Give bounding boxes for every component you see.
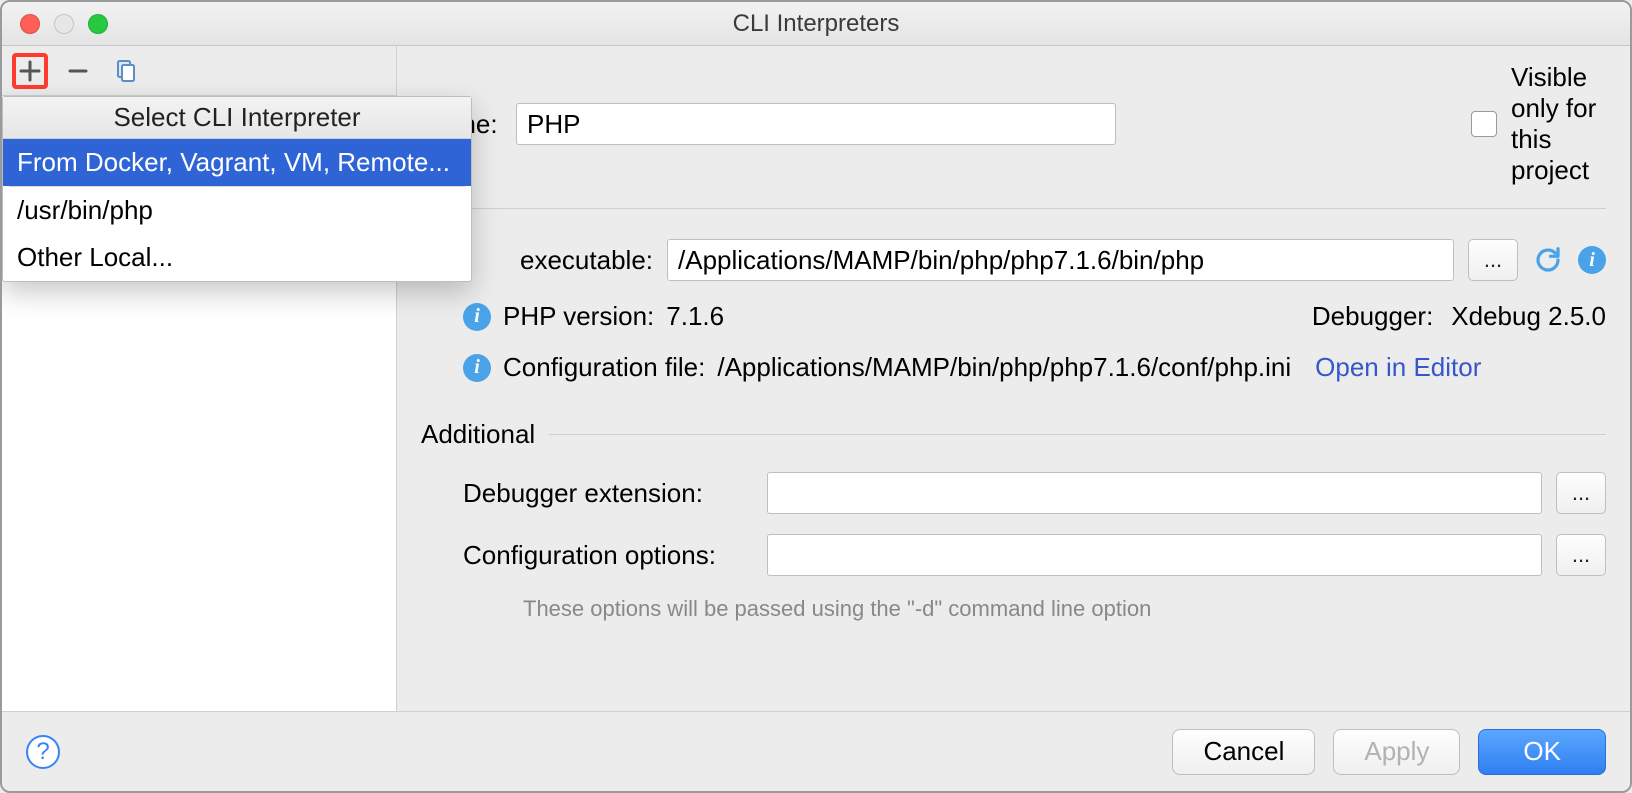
browse-debugger-extension-button[interactable]: ... — [1556, 472, 1606, 514]
apply-button[interactable]: Apply — [1333, 729, 1460, 775]
minus-icon — [67, 60, 89, 82]
reload-button[interactable] — [1532, 244, 1564, 276]
footer: ? Cancel Apply OK — [2, 711, 1630, 791]
configuration-options-row: Configuration options: ... — [463, 534, 1606, 576]
remove-button[interactable] — [60, 53, 96, 89]
executable-label: executable: — [463, 245, 653, 276]
debugger-label: Debugger: — [1312, 301, 1433, 332]
info-icon: i — [463, 354, 491, 382]
php-version-value: 7.1.6 — [666, 301, 724, 332]
name-row: Name: Visible only for this project — [421, 62, 1606, 186]
debugger-value: Xdebug 2.5.0 — [1451, 301, 1606, 332]
executable-row: executable: ... i — [463, 239, 1606, 281]
php-version-row: i PHP version: 7.1.6 Debugger: Xdebug 2.… — [463, 301, 1606, 332]
name-input[interactable] — [516, 103, 1116, 145]
help-icon: ? — [36, 738, 49, 766]
executable-input[interactable] — [667, 239, 1454, 281]
add-button[interactable] — [12, 53, 48, 89]
visible-only-checkbox-group: Visible only for this project — [1471, 62, 1606, 186]
copy-button[interactable] — [108, 53, 144, 89]
window: CLI Interpreters Select CLI Interpreter … — [0, 0, 1632, 793]
browse-executable-button[interactable]: ... — [1468, 239, 1518, 281]
general-section: executable: ... i i PHP version: 7.1.6 D… — [463, 239, 1606, 383]
open-in-editor-link[interactable]: Open in Editor — [1315, 352, 1481, 383]
debugger-extension-input[interactable] — [767, 472, 1542, 514]
info-icon[interactable]: i — [1578, 246, 1606, 274]
popup-item-usr-bin-php[interactable]: /usr/bin/php — [3, 187, 471, 234]
titlebar: CLI Interpreters — [2, 2, 1630, 46]
additional-title: Additional — [421, 419, 535, 450]
select-interpreter-popup: Select CLI Interpreter From Docker, Vagr… — [2, 96, 472, 282]
sidebar-toolbar — [2, 46, 396, 96]
visible-only-checkbox[interactable] — [1471, 111, 1497, 137]
window-title: CLI Interpreters — [2, 10, 1630, 38]
info-icon: i — [463, 303, 491, 331]
separator — [421, 208, 1606, 209]
visible-only-label: Visible only for this project — [1511, 62, 1606, 186]
cancel-button[interactable]: Cancel — [1172, 729, 1315, 775]
main-panel: Name: Visible only for this project exec… — [397, 46, 1630, 711]
copy-icon — [114, 59, 138, 83]
ok-button[interactable]: OK — [1478, 729, 1606, 775]
configuration-options-label: Configuration options: — [463, 540, 753, 571]
additional-section-header: Additional — [421, 419, 1606, 450]
configuration-file-row: i Configuration file: /Applications/MAMP… — [463, 352, 1606, 383]
popup-item-other-local[interactable]: Other Local... — [3, 234, 471, 281]
configuration-file-label: Configuration file: — [503, 352, 705, 383]
configuration-options-input[interactable] — [767, 534, 1542, 576]
popup-title: Select CLI Interpreter — [3, 97, 471, 139]
additional-section: Debugger extension: ... Configuration op… — [463, 472, 1606, 622]
debugger-extension-row: Debugger extension: ... — [463, 472, 1606, 514]
php-version-label: PHP version: — [503, 301, 654, 332]
body: Select CLI Interpreter From Docker, Vagr… — [2, 46, 1630, 711]
plus-icon — [19, 60, 41, 82]
edit-configuration-options-button[interactable]: ... — [1556, 534, 1606, 576]
configuration-options-hint: These options will be passed using the "… — [523, 596, 1606, 622]
popup-item-docker-remote[interactable]: From Docker, Vagrant, VM, Remote... — [3, 139, 471, 186]
configuration-file-value: /Applications/MAMP/bin/php/php7.1.6/conf… — [717, 352, 1291, 383]
refresh-icon — [1533, 245, 1563, 275]
help-button[interactable]: ? — [26, 735, 60, 769]
sidebar: Select CLI Interpreter From Docker, Vagr… — [2, 46, 397, 711]
debugger-extension-label: Debugger extension: — [463, 478, 753, 509]
